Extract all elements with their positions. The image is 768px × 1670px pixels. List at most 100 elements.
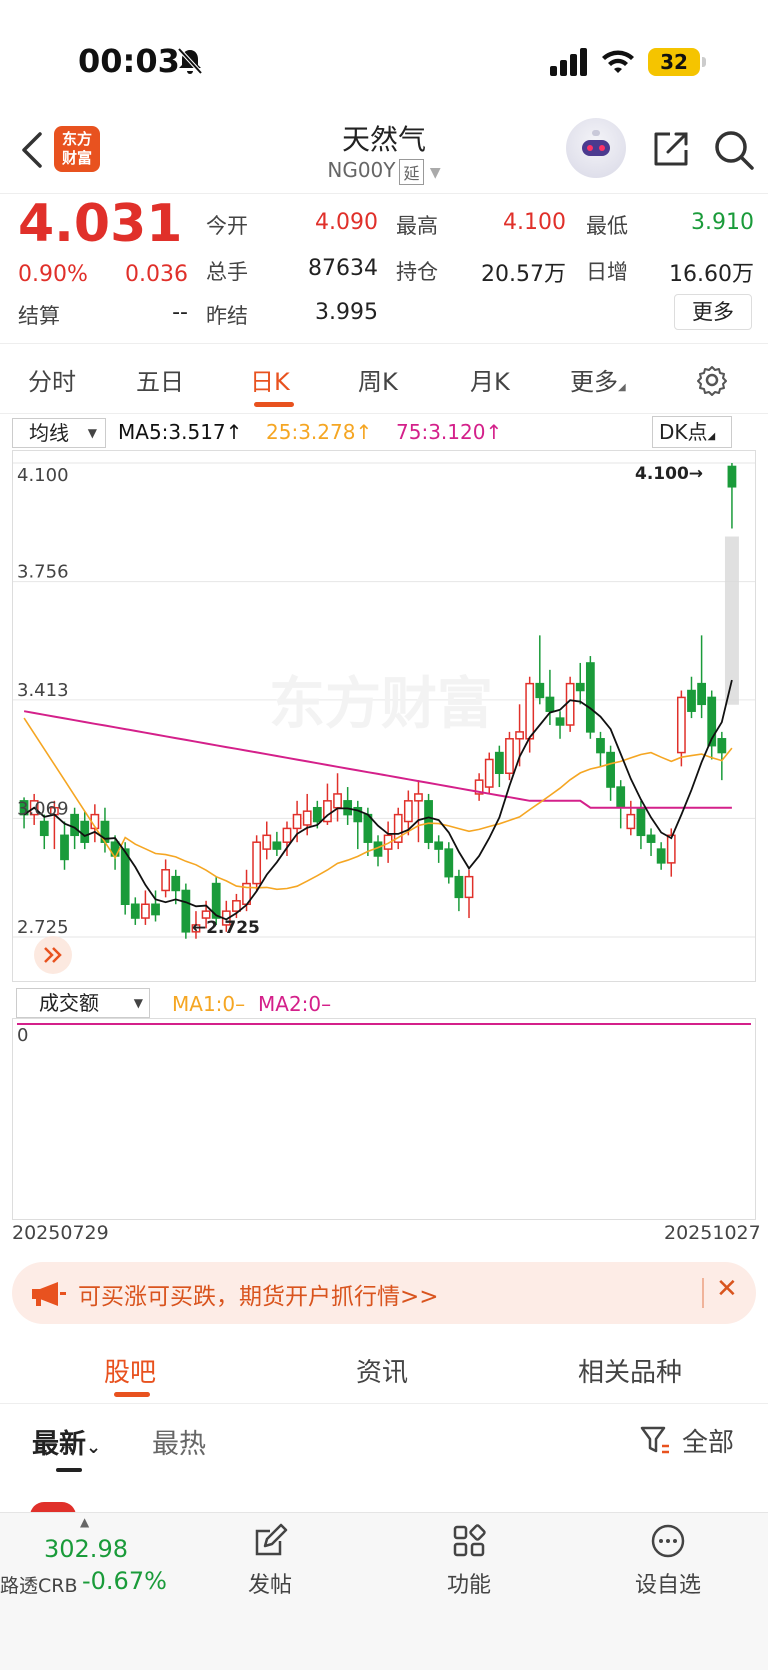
y-tick-label: 3.413 (17, 680, 69, 701)
prev-settlement-value: 3.995 (315, 300, 378, 325)
candle-body (656, 848, 666, 864)
candle-body (565, 682, 575, 726)
candle-body (616, 786, 626, 809)
gear-icon[interactable] (696, 364, 728, 396)
index-value[interactable]: 302.98 (44, 1535, 128, 1563)
megaphone-icon (32, 1282, 66, 1306)
tab-news[interactable]: 资讯 (356, 1352, 408, 1389)
candle-body (60, 834, 69, 861)
more-fields-button[interactable]: 更多 (674, 294, 752, 330)
candle-body (666, 834, 676, 864)
promo-banner[interactable]: 可买涨可买跌，期货开户抓行情>> ✕ (12, 1262, 756, 1324)
volume-value: 87634 (308, 256, 378, 281)
chevron-down-icon: ⌄ (86, 1437, 102, 1458)
period-tabs: 分时 五日 日K 周K 月K 更多◢ (0, 344, 768, 414)
status-bar: 00:03 32 (0, 0, 768, 120)
close-icon[interactable]: ✕ (716, 1274, 738, 1304)
volume-indicator-select[interactable]: 成交额 ▼ (16, 988, 150, 1018)
candle-body (444, 848, 454, 878)
candle-body (545, 696, 555, 712)
daily-increase-value: 16.60万 (669, 262, 754, 287)
candle-body (333, 793, 342, 809)
corner-triangle-icon: ◢ (618, 382, 626, 393)
function-button[interactable]: 功能 (409, 1523, 529, 1599)
tab-intraday[interactable]: 分时 (28, 362, 76, 397)
add-watchlist-button[interactable]: 设自选 (608, 1523, 728, 1599)
nav-bar: 东方 财富 天然气 NG00Y 延 ▼ (0, 112, 768, 194)
volume-chart[interactable]: 0 (12, 1018, 756, 1220)
corner-triangle-icon: ◢ (707, 431, 716, 442)
double-chevron-icon[interactable] (33, 935, 73, 975)
dk-point-select[interactable]: DK点◢ (652, 416, 732, 448)
candle-body (414, 793, 423, 802)
share-icon[interactable] (650, 128, 692, 170)
cellular-signal-icon (550, 48, 587, 76)
candlestick-chart[interactable]: 东方财富 4.100 3.756 3.413 3.069 2.725 4.100→ ←2.7… (12, 450, 756, 982)
tab-weekly-k[interactable]: 周K (358, 362, 398, 397)
wifi-icon (602, 50, 634, 73)
tab-related[interactable]: 相关品种 (578, 1352, 682, 1389)
candle-body (575, 682, 585, 692)
filter-icon[interactable] (640, 1424, 670, 1456)
post-button[interactable]: 发帖 (210, 1523, 330, 1599)
sort-latest[interactable]: 最新⌄ (32, 1422, 101, 1461)
active-tab-indicator (254, 402, 294, 407)
volume-zero-label: 0 (17, 1025, 29, 1046)
ai-assistant-icon[interactable] (566, 118, 626, 178)
dropdown-caret-icon: ▼ (87, 426, 97, 440)
filter-all[interactable]: 全部 (682, 1422, 734, 1459)
quote-panel: 4.031 0.90% 0.036 今开 4.090 最高 4.100 最低 3… (0, 194, 768, 344)
y-tick-label: 4.100 (17, 465, 69, 486)
tab-five-day[interactable]: 五日 (136, 362, 184, 397)
daily-increase-label: 日增 (586, 260, 628, 284)
candle-body (494, 751, 504, 775)
tab-daily-k[interactable]: 日K (250, 362, 290, 397)
banner-text: 可买涨可买跌，期货开户抓行情>> (78, 1284, 439, 1310)
index-percent[interactable]: -0.67% (82, 1567, 167, 1595)
settlement-label: 结算 (18, 304, 60, 328)
candle-body (403, 800, 413, 823)
ma5-legend: MA5:3.517↑ (118, 420, 243, 444)
candle-body (201, 910, 211, 919)
candle-body (252, 841, 262, 885)
candle-body (312, 806, 322, 823)
tab-more[interactable]: 更多◢ (570, 362, 626, 397)
sort-underline (56, 1468, 82, 1472)
sort-hot[interactable]: 最热 (152, 1422, 206, 1461)
candle-body (70, 813, 80, 837)
highlight-bar (724, 536, 739, 705)
candle-body (717, 738, 727, 754)
search-icon[interactable] (712, 128, 756, 172)
tab-forum[interactable]: 股吧 (104, 1352, 156, 1389)
indicator-select[interactable]: 均线 ▼ (12, 418, 106, 448)
high-value: 4.100 (503, 210, 566, 235)
bottom-dock: ▲ 302.98 路透CRB -0.67% 发帖 功能 设自选 (0, 1512, 768, 1670)
candlestick-svg: 东方财富 4.1003.7563.4133.0692.7254.100→←2.7… (13, 462, 755, 939)
index-name[interactable]: 路透CRB (0, 1571, 78, 1598)
candle-body (505, 738, 514, 775)
indicator-bar: 均线 ▼ MA5:3.517↑ 25:3.278↑ 75:3.120↑ DK点◢ (0, 414, 768, 450)
candle-body (646, 834, 656, 843)
candle-body (555, 717, 565, 726)
candle-body (80, 820, 90, 843)
candle-body (262, 834, 272, 850)
settlement-value: -- (172, 300, 188, 325)
last-price: 4.031 (18, 194, 183, 254)
open-value: 4.090 (315, 210, 378, 235)
candle-body (636, 806, 646, 837)
candle-body (363, 813, 373, 843)
candle-body (484, 758, 494, 788)
grid-icon (453, 1524, 486, 1557)
candle-body (302, 810, 312, 826)
open-label: 今开 (206, 214, 248, 238)
delay-badge: 延 (399, 158, 424, 185)
vol-ma2-legend: MA2:0– (258, 992, 332, 1016)
volume-indicator-bar: 成交额 ▼ MA1:0– MA2:0– (0, 986, 768, 1022)
y-tick-label: 3.756 (17, 562, 69, 583)
tab-monthly-k[interactable]: 月K (470, 362, 510, 397)
bell-muted-icon (177, 47, 203, 75)
ma75-legend: 75:3.120↑ (396, 420, 503, 444)
ma25-legend: 25:3.278↑ (266, 420, 373, 444)
candle-body (171, 875, 181, 892)
high-label: 最高 (396, 214, 438, 238)
